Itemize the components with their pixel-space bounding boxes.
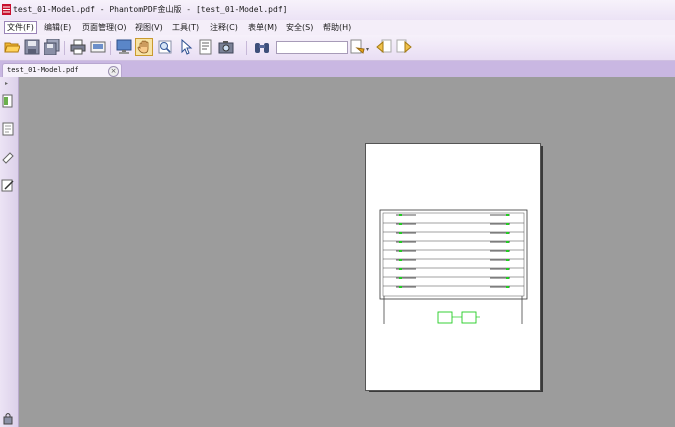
prev-icon[interactable]: [376, 39, 392, 55]
menu-forms[interactable]: 表单(M): [246, 22, 279, 33]
page-diagram: [379, 209, 528, 324]
toolbar-separator: [110, 41, 111, 55]
hand-icon[interactable]: [135, 38, 153, 56]
next-icon[interactable]: [396, 39, 412, 55]
pages-panel-icon[interactable]: [1, 94, 15, 108]
app-logo-icon: [2, 4, 11, 15]
signature-panel-icon[interactable]: [1, 178, 15, 192]
select-icon[interactable]: [178, 39, 194, 55]
bookmarks-panel-icon[interactable]: [1, 122, 15, 136]
menu-bar: 文件(F) 编辑(E) 页面管理(O) 视图(V) 工具(T) 注释(C) 表单…: [0, 20, 675, 35]
menu-file[interactable]: 文件(F): [4, 21, 37, 34]
print-icon[interactable]: [70, 39, 86, 55]
tab-bar: test_01-Model.pdf ×: [0, 61, 675, 78]
email-icon[interactable]: [90, 39, 106, 55]
comment-icon[interactable]: [349, 39, 365, 55]
tab-document[interactable]: test_01-Model.pdf ×: [2, 63, 122, 78]
menu-edit[interactable]: 编辑(E): [42, 22, 73, 33]
close-icon[interactable]: ×: [108, 66, 119, 77]
snapshot-icon[interactable]: [218, 39, 234, 55]
lock-icon[interactable]: [1, 411, 15, 425]
title-bar: test_01-Model.pdf - PhantomPDF金山版 - [tes…: [0, 0, 675, 21]
search-input[interactable]: [276, 41, 348, 54]
menu-page-organize[interactable]: 页面管理(O): [80, 22, 129, 33]
toolbar: ▾: [0, 35, 675, 61]
menu-tools[interactable]: 工具(T): [170, 22, 201, 33]
menu-comments[interactable]: 注释(C): [208, 22, 240, 33]
menu-help[interactable]: 帮助(H): [321, 22, 353, 33]
toolbar-separator: [246, 41, 247, 55]
save-icon[interactable]: [24, 39, 40, 55]
document-canvas[interactable]: [19, 77, 675, 427]
menu-security[interactable]: 安全(S): [284, 22, 315, 33]
save-all-icon[interactable]: [44, 39, 60, 55]
zoom-icon[interactable]: [157, 39, 173, 55]
toolbar-separator: [64, 41, 65, 55]
open-icon[interactable]: [4, 39, 20, 55]
attachments-panel-icon[interactable]: [1, 150, 15, 164]
chevron-down-icon[interactable]: ▾: [366, 46, 369, 53]
tab-label: test_01-Model.pdf: [7, 66, 79, 74]
menu-view[interactable]: 视图(V): [133, 22, 165, 33]
expand-panel-icon[interactable]: ▸: [5, 80, 8, 87]
navigation-panel: ▸: [0, 77, 19, 427]
pdf-page[interactable]: [365, 143, 541, 391]
window-title: test_01-Model.pdf - PhantomPDF金山版 - [tes…: [13, 5, 288, 14]
find-icon[interactable]: [254, 39, 270, 55]
text-select-icon[interactable]: [198, 39, 214, 55]
screen-icon[interactable]: [116, 39, 132, 55]
